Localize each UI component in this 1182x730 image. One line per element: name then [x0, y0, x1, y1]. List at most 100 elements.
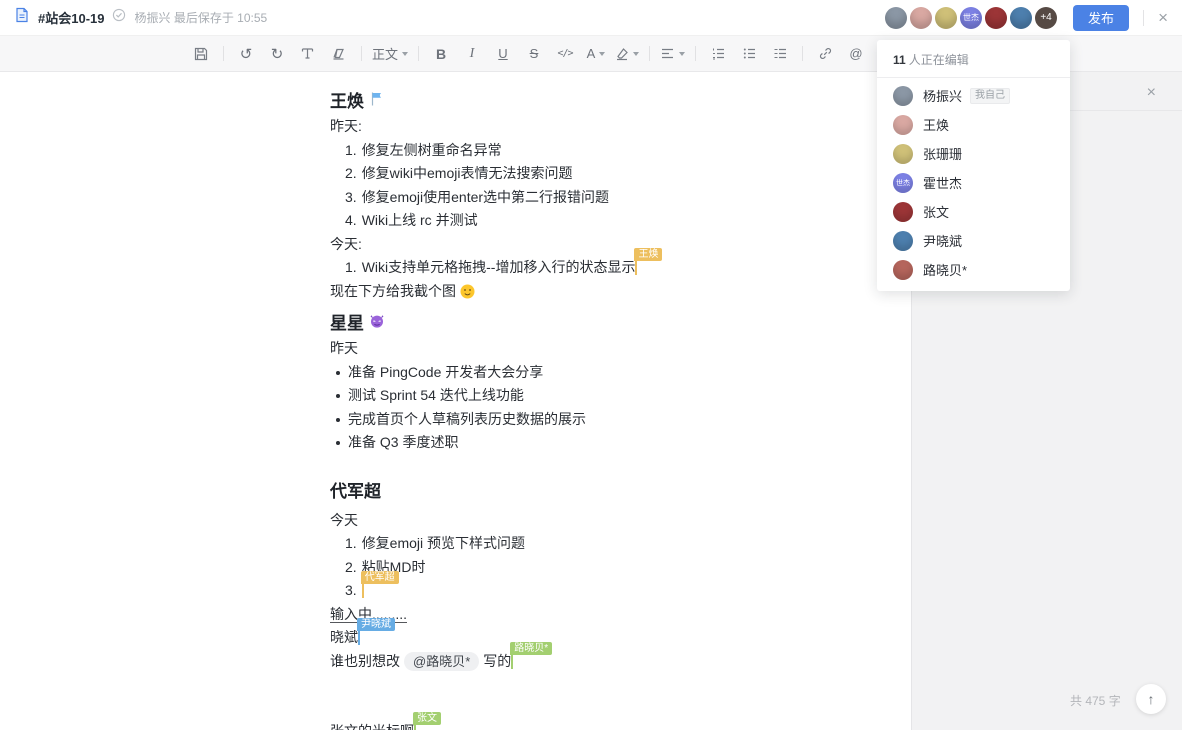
list-item: 1. Wiki支持单元格拖拽--增加移入行的状态显示王焕 [330, 256, 892, 280]
list-text: Wiki支持单元格拖拽--增加移入行的状态显示王焕 [362, 256, 638, 280]
highlight-color-icon[interactable] [615, 42, 639, 66]
smile-emoji [460, 283, 475, 307]
editor-name: 张文 [923, 202, 949, 221]
list-text: Wiki上线 rc 并测试 [362, 209, 478, 233]
list-number: 3. [345, 579, 357, 603]
list-item: 测试 Sprint 54 迭代上线功能 [330, 384, 892, 408]
toolbar-separator [695, 46, 696, 61]
editor-name: 霍世杰 [923, 173, 962, 192]
editor-list-item[interactable]: 世杰 霍世杰 [877, 168, 1070, 197]
avatar: 世杰 [893, 173, 913, 193]
list-item: 1.修复左侧树重命名异常 [330, 139, 892, 163]
cursor-label: 王焕 [634, 248, 662, 261]
paragraph-style-select[interactable]: 正文 [372, 42, 408, 66]
strikethrough-icon[interactable]: S [522, 42, 546, 66]
section-heading: 王焕 [330, 89, 892, 115]
paragraph-style-label: 正文 [372, 44, 398, 63]
empty-line [330, 673, 892, 697]
cursor-label: 张文 [413, 712, 441, 725]
editors-popover-header: 11人正在编辑 [877, 40, 1070, 78]
avatar[interactable] [885, 7, 907, 29]
editor-name: 王焕 [923, 115, 949, 134]
editor-name: 路晓贝* [923, 260, 967, 279]
avatar[interactable]: 世杰 [960, 7, 982, 29]
collaborator-avatars: 世杰 +4 [885, 7, 1057, 29]
task-list-icon[interactable] [768, 42, 792, 66]
heading-text: 星星 [330, 311, 364, 337]
list-number: 1. [345, 532, 357, 556]
clear-format-icon[interactable] [327, 42, 351, 66]
inline-code-icon[interactable]: </> [553, 42, 577, 66]
toolbar-separator [223, 46, 224, 61]
list-number: 1. [345, 256, 357, 280]
editor-list-item[interactable]: 路晓贝* [877, 255, 1070, 284]
avatar [893, 260, 913, 280]
editor-name: 尹晓斌 [923, 231, 962, 250]
cursor-label: 路晓贝* [510, 642, 552, 655]
list-item: 3. 代军超 [330, 579, 892, 603]
list-item: 1.修复emoji 预览下样式问题 [330, 532, 892, 556]
document-icon [14, 7, 30, 28]
list-text: 修复左侧树重命名异常 [362, 139, 502, 163]
avatar[interactable] [910, 7, 932, 29]
chevron-down-icon [599, 52, 605, 56]
save-icon[interactable] [189, 42, 213, 66]
list-item: 准备 Q3 季度述职 [330, 431, 892, 455]
document-editor[interactable]: 王焕 昨天: 1.修复左侧树重命名异常 2.修复wiki中emoji表情无法搜索… [0, 72, 911, 730]
blue-flag-emoji [369, 89, 385, 115]
paragraph: 张文的光标啊张文 [330, 720, 892, 730]
mention-chip[interactable]: @路晓贝* [404, 652, 479, 671]
list-number: 2. [345, 556, 357, 580]
font-color-glyph: A [587, 46, 596, 61]
format-painter-icon[interactable] [296, 42, 320, 66]
editor-count-label: 人正在编辑 [909, 53, 969, 67]
self-badge: 我自己 [970, 88, 1010, 104]
list-text: 代军超 [362, 579, 364, 603]
editor-list-item[interactable]: 尹晓斌 [877, 226, 1070, 255]
section-heading: 代军超 [330, 479, 892, 505]
list-item: 3.修复emoji使用enter选中第二行报错问题 [330, 186, 892, 210]
editor-list-item[interactable]: 王焕 [877, 110, 1070, 139]
list-text: 修复emoji使用enter选中第二行报错问题 [362, 186, 609, 210]
chevron-down-icon [402, 52, 408, 56]
paragraph: 昨天: [330, 115, 892, 139]
editor-list-item[interactable]: 杨振兴 我自己 [877, 81, 1070, 110]
bold-icon[interactable]: B [429, 42, 453, 66]
bullet-list-icon[interactable] [737, 42, 761, 66]
toolbar-separator [418, 46, 419, 61]
list-number: 4. [345, 209, 357, 233]
mention-icon[interactable]: @ [844, 42, 868, 66]
alignment-icon[interactable] [660, 42, 685, 66]
avatar [893, 115, 913, 135]
italic-icon[interactable]: I [460, 42, 484, 66]
devil-emoji [369, 311, 385, 337]
avatar[interactable] [1010, 7, 1032, 29]
link-icon[interactable] [813, 42, 837, 66]
paragraph: 昨天 [330, 337, 892, 361]
list-item: 4.Wiki上线 rc 并测试 [330, 209, 892, 233]
cursor-label: 代军超 [361, 571, 399, 584]
back-to-top-button[interactable]: ↑ [1136, 684, 1166, 714]
redo-icon[interactable]: ↻ [265, 42, 289, 66]
save-status: 杨振兴 最后保存于 10:55 [134, 9, 267, 26]
toolbar-separator [649, 46, 650, 61]
publish-button[interactable]: 发布 [1073, 5, 1129, 31]
editor-list-item[interactable]: 张文 [877, 197, 1070, 226]
list-item: 2.粘贴MD时 [330, 556, 892, 580]
font-color-icon[interactable]: A [584, 42, 608, 66]
avatar[interactable] [985, 7, 1007, 29]
editors-popover: 11人正在编辑 杨振兴 我自己 王焕 张珊珊 世杰 霍世杰 张文 尹晓斌 [877, 40, 1070, 291]
paragraph: 谁也别想改@路晓贝*写的路晓贝* [330, 650, 892, 674]
ordered-list-icon[interactable] [706, 42, 730, 66]
list-number: 3. [345, 186, 357, 210]
underline-icon[interactable]: U [491, 42, 515, 66]
editor-list-item[interactable]: 张珊珊 [877, 139, 1070, 168]
undo-icon[interactable]: ↺ [234, 42, 258, 66]
avatar[interactable] [935, 7, 957, 29]
toolbar-separator [361, 46, 362, 61]
avatar-overflow[interactable]: +4 [1035, 7, 1057, 29]
document-title: #站会10-19 [38, 8, 104, 27]
titlebar-right: 世杰 +4 发布 × [885, 5, 1168, 31]
panel-close-icon[interactable]: × [1147, 84, 1156, 102]
close-icon[interactable]: × [1158, 9, 1168, 26]
